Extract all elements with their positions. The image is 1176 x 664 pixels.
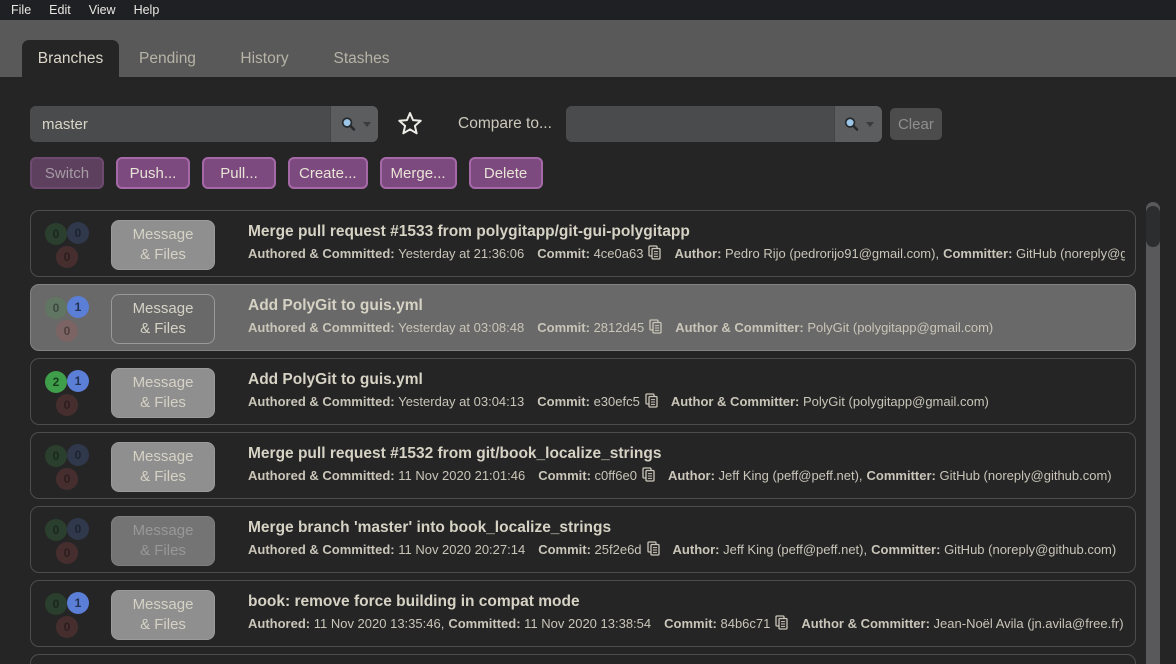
commit-details: Authored & Committed: Yesterday at 21:36… [248,245,1125,261]
copy-commit-id-icon[interactable] [775,615,788,630]
commit-count-badges: 000 [31,433,111,498]
green-count-badge: 0 [45,223,67,245]
branch-actions: Switch Push... Pull... Create... Merge... Del… [30,157,1176,189]
red-count-badge: 0 [56,616,78,638]
branch-search-button[interactable] [330,106,378,142]
tab-stashes[interactable]: Stashes [313,40,410,77]
commit-row[interactable]: 000Message& FilesMerge pull request #153… [30,432,1136,499]
compare-search-button[interactable] [834,106,882,142]
tab-pending[interactable]: Pending [119,40,216,77]
blue-count-badge: 0 [67,222,89,244]
commit-details: Authored & Committed: Yesterday at 03:08… [248,319,1125,335]
magnifier-icon [339,115,358,134]
magnifier-icon [842,115,861,134]
menu-item-file[interactable]: File [2,1,40,19]
message-files-button[interactable]: Message& Files [111,516,215,566]
red-count-badge: 0 [56,394,78,416]
copy-commit-id-icon[interactable] [649,319,662,334]
scrollbar-track[interactable] [1146,202,1160,664]
green-count-badge: 0 [45,445,67,467]
branches-page: Compare to... Clear Switch Push... Pull...… [0,106,1176,664]
menu-item-view[interactable]: View [80,1,125,19]
blue-count-badge: 1 [67,296,89,318]
copy-commit-id-icon[interactable] [648,245,661,260]
filter-row: Compare to... Clear [30,106,1176,142]
commit-details: Authored & Committed: 11 Nov 2020 21:01:… [248,467,1125,483]
create-button[interactable]: Create... [288,157,368,189]
favorite-star-button[interactable] [396,110,424,138]
red-count-badge: 0 [56,542,78,564]
message-files-button[interactable]: Message& Files [111,368,215,418]
red-count-badge: 0 [56,468,78,490]
menu-item-help[interactable]: Help [125,1,169,19]
commit-count-badges [31,655,111,664]
blue-count-badge: 0 [67,444,89,466]
commit-title: Merge pull request #1532 from git/book_l… [248,445,1125,463]
commit-row[interactable]: 000Message& FilesMerge branch 'master' i… [30,506,1136,573]
blue-count-badge: 1 [67,370,89,392]
commit-row[interactable]: 010Message& Filesbook: remove force buil… [30,580,1136,647]
scrollbar-thumb[interactable] [1146,206,1160,247]
message-files-button[interactable]: Message& Files [111,442,215,492]
compare-search-combo [566,106,882,142]
commit-count-badges: 010 [31,285,111,350]
commit-title: Merge branch 'master' into book_localize… [248,519,1125,537]
green-count-badge: 0 [45,593,67,615]
compare-to-label: Compare to... [458,115,552,133]
commit-row[interactable]: 210Message& FilesAdd PolyGit to guis.yml… [30,358,1136,425]
commit-count-badges: 000 [31,507,111,572]
red-count-badge: 0 [56,320,78,342]
red-count-badge: 0 [56,246,78,268]
branch-search-combo [30,106,378,142]
commit-row[interactable]: 000Message& FilesMerge pull request #153… [30,210,1136,277]
commit-count-badges: 010 [31,581,111,646]
message-files-button[interactable]: Message& Files [111,220,215,270]
commit-count-badges: 210 [31,359,111,424]
star-icon [396,110,424,138]
tab-branches[interactable]: Branches [22,40,119,77]
pull-button[interactable]: Pull... [202,157,276,189]
green-count-badge: 0 [45,297,67,319]
compare-search-input[interactable] [566,106,834,142]
copy-commit-id-icon[interactable] [645,393,658,408]
commit-row[interactable]: 010Message& FilesAdd PolyGit to guis.yml… [30,284,1136,351]
blue-count-badge: 0 [67,518,89,540]
tab-history[interactable]: History [216,40,313,77]
delete-button[interactable]: Delete [469,157,543,189]
commit-row[interactable]: Message& Files [30,654,1136,664]
copy-commit-id-icon[interactable] [647,541,660,556]
merge-button[interactable]: Merge... [380,157,457,189]
commit-title: Merge pull request #1533 from polygitapp… [248,223,1125,241]
commit-title: Add PolyGit to guis.yml [248,371,1125,389]
green-count-badge: 0 [45,519,67,541]
commit-details: Authored & Committed: Yesterday at 03:04… [248,393,1125,409]
commit-list: 000Message& FilesMerge pull request #153… [30,210,1136,664]
commit-details: Authored: 11 Nov 2020 13:35:46,Committed… [248,615,1125,631]
push-button[interactable]: Push... [116,157,190,189]
menu-item-edit[interactable]: Edit [40,1,80,19]
tab-bar: BranchesPendingHistoryStashes [0,20,1176,77]
green-count-badge: 2 [45,371,67,393]
chevron-down-icon [866,122,874,127]
commit-title: book: remove force building in compat mo… [248,593,1125,611]
menubar: FileEditViewHelp [0,0,1176,20]
clear-button[interactable]: Clear [890,108,942,140]
commit-details: Authored & Committed: 11 Nov 2020 20:27:… [248,541,1125,557]
commit-title: Add PolyGit to guis.yml [248,297,1125,315]
copy-commit-id-icon[interactable] [642,467,655,482]
branch-search-input[interactable] [30,106,330,142]
message-files-button[interactable]: Message& Files [111,590,215,640]
chevron-down-icon [363,122,371,127]
switch-button[interactable]: Switch [30,157,104,189]
commit-count-badges: 000 [31,211,111,276]
message-files-button[interactable]: Message& Files [111,294,215,344]
blue-count-badge: 1 [67,592,89,614]
